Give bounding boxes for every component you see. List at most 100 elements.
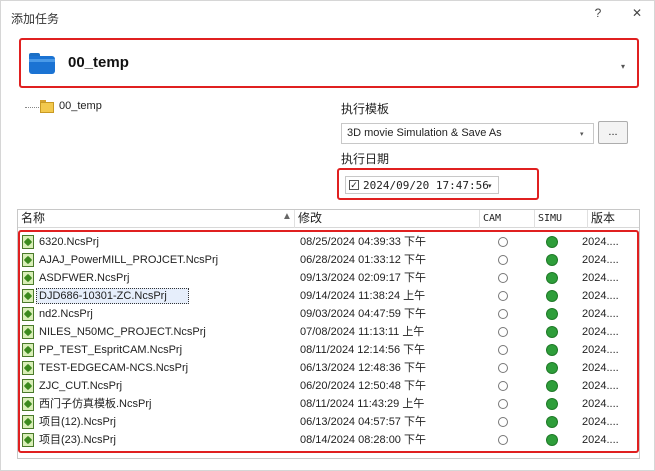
row-name: 6320.NcsPrj [39,236,99,248]
row-version: 2024.... [582,236,619,248]
cam-radio[interactable] [498,363,508,373]
cam-radio[interactable] [498,417,508,427]
exec-date-picker[interactable]: ✓ 2024/09/20 17:47:56 ▾ [345,176,499,194]
cam-radio[interactable] [498,399,508,409]
table-row[interactable]: nd2.NcsPrj 09/03/2024 04:47:59 下午 2024.... [20,305,637,323]
row-version: 2024.... [582,416,619,428]
row-modified: 06/13/2024 04:57:57 下午 [300,416,426,428]
cam-radio[interactable] [498,435,508,445]
simu-status-icon [547,399,557,409]
folder-combo[interactable]: 00_temp ▾ [19,38,639,88]
ncs-project-file-icon [22,271,34,285]
template-select[interactable]: 3D movie Simulation & Save As ▾ [341,123,594,144]
row-version: 2024.... [582,380,619,392]
table-row[interactable]: TEST-EDGECAM-NCS.NcsPrj 06/13/2024 12:48:… [20,359,637,377]
row-version: 2024.... [582,344,619,356]
window-title: 添加任务 [11,12,60,26]
row-modified: 07/08/2024 11:13:11 上午 [300,326,425,338]
column-header-modified[interactable]: 修改 [295,210,480,228]
simu-status-icon [547,327,557,337]
cam-radio[interactable] [498,381,508,391]
table-row[interactable]: ASDFWER.NcsPrj 09/13/2024 02:09:17 下午 2024… [20,269,637,287]
table-row[interactable]: 项目(23).NcsPrj 08/14/2024 08:28:00 下午 2024.… [20,431,637,449]
cam-radio[interactable] [498,309,508,319]
row-modified: 09/03/2024 04:47:59 下午 [300,308,426,320]
column-header-version[interactable]: 版本 [588,210,639,228]
row-name: ZJC_CUT.NcsPrj [39,380,123,392]
sort-ascending-icon: ▲ [282,211,292,222]
ncs-project-file-icon [22,397,34,411]
simu-status-icon [547,255,557,265]
simu-status-icon [547,309,557,319]
help-button[interactable]: ? [589,6,607,24]
template-browse-button[interactable]: ... [598,121,628,144]
simu-status-icon [547,363,557,373]
template-selected-value: 3D movie Simulation & Save As [347,127,502,139]
row-version: 2024.... [582,272,619,284]
column-header-simu[interactable]: SIMU [535,210,588,228]
exec-date-checkbox[interactable]: ✓ [349,180,359,190]
column-header-name[interactable]: 名称 [18,210,295,228]
table-row[interactable]: PP_TEST_EspritCAM.NcsPrj 08/11/2024 12:14… [20,341,637,359]
simu-status-icon [547,291,557,301]
tree-item-00-temp[interactable]: 00_temp [59,100,102,112]
row-modified: 08/14/2024 08:28:00 下午 [300,434,426,446]
row-name: AJAJ_PowerMILL_PROJCET.NcsPrj [39,254,219,266]
table-row[interactable]: DJD686-10301-ZC.NcsPrj 09/14/2024 11:38:2… [20,287,637,305]
table-row[interactable]: 项目(12).NcsPrj 06/13/2024 04:57:57 下午 2024.… [20,413,637,431]
folder-icon [29,53,55,74]
row-modified: 09/14/2024 11:38:24 上午 [300,290,426,302]
row-version: 2024.... [582,254,619,266]
ncs-project-file-icon [22,379,34,393]
exec-date-value: 2024/09/20 17:47:56 [363,179,489,192]
ncs-project-file-icon [22,361,34,375]
table-row[interactable]: ZJC_CUT.NcsPrj 06/20/2024 12:50:48 下午 2024… [20,377,637,395]
table-row[interactable]: AJAJ_PowerMILL_PROJCET.NcsPrj 06/28/2024 … [20,251,637,269]
row-modified: 09/13/2024 02:09:17 下午 [300,272,426,284]
chevron-down-icon[interactable]: ▾ [621,62,625,71]
ncs-project-file-icon [22,343,34,357]
add-task-dialog: 添加任务 ? ✕ 00_temp ▾ 00_temp 执行模板 3D movie… [0,0,655,471]
template-label: 执行模板 [341,102,390,116]
row-name: ASDFWER.NcsPrj [39,272,130,284]
grid-header: 名称 ▲ 修改 CAM SIMU 版本 [18,210,639,228]
cam-radio[interactable] [498,291,508,301]
cam-radio[interactable] [498,345,508,355]
tree-connector [25,107,39,108]
cam-radio[interactable] [498,237,508,247]
tree-folder-icon [40,100,54,113]
row-modified: 06/20/2024 12:50:48 下午 [300,380,426,392]
table-row[interactable]: 6320.NcsPrj 08/25/2024 04:39:33 下午 2024...… [20,233,637,251]
row-version: 2024.... [582,308,619,320]
table-row[interactable]: 西门子仿真模板.NcsPrj 08/11/2024 11:43:29 上午 2024… [20,395,637,413]
exec-date-highlight: ✓ 2024/09/20 17:47:56 ▾ [337,168,539,200]
cam-radio[interactable] [498,273,508,283]
row-version: 2024.... [582,434,619,446]
row-name: 项目(12).NcsPrj [39,416,117,428]
cam-radio[interactable] [498,255,508,265]
row-name: DJD686-10301-ZC.NcsPrj [39,290,167,302]
row-modified: 08/11/2024 12:14:56 下午 [300,344,426,356]
simu-status-icon [547,273,557,283]
ncs-project-file-icon [22,289,34,303]
chevron-down-icon[interactable]: ▾ [580,130,584,138]
row-modified: 08/25/2024 04:39:33 下午 [300,236,426,248]
close-button[interactable]: ✕ [628,6,646,24]
row-name: TEST-EDGECAM-NCS.NcsPrj [39,362,189,374]
chevron-down-icon[interactable]: ▾ [488,182,492,190]
simu-status-icon [547,237,557,247]
simu-status-icon [547,345,557,355]
simu-status-icon [547,417,557,427]
row-name: PP_TEST_EspritCAM.NcsPrj [39,344,183,356]
table-row[interactable]: NILES_N50MC_PROJECT.NcsPrj 07/08/2024 11:… [20,323,637,341]
cam-radio[interactable] [498,327,508,337]
row-name: 项目(23).NcsPrj [39,434,117,446]
row-modified: 06/13/2024 12:48:36 下午 [300,362,426,374]
row-name: nd2.NcsPrj [39,308,93,320]
simu-status-icon [547,435,557,445]
project-grid: 名称 ▲ 修改 CAM SIMU 版本 6320.NcsPrj 08/25/202… [17,209,640,459]
row-name: 西门子仿真模板.NcsPrj [39,398,152,410]
simu-status-icon [547,381,557,391]
ncs-project-file-icon [22,433,34,447]
column-header-cam[interactable]: CAM [480,210,535,228]
